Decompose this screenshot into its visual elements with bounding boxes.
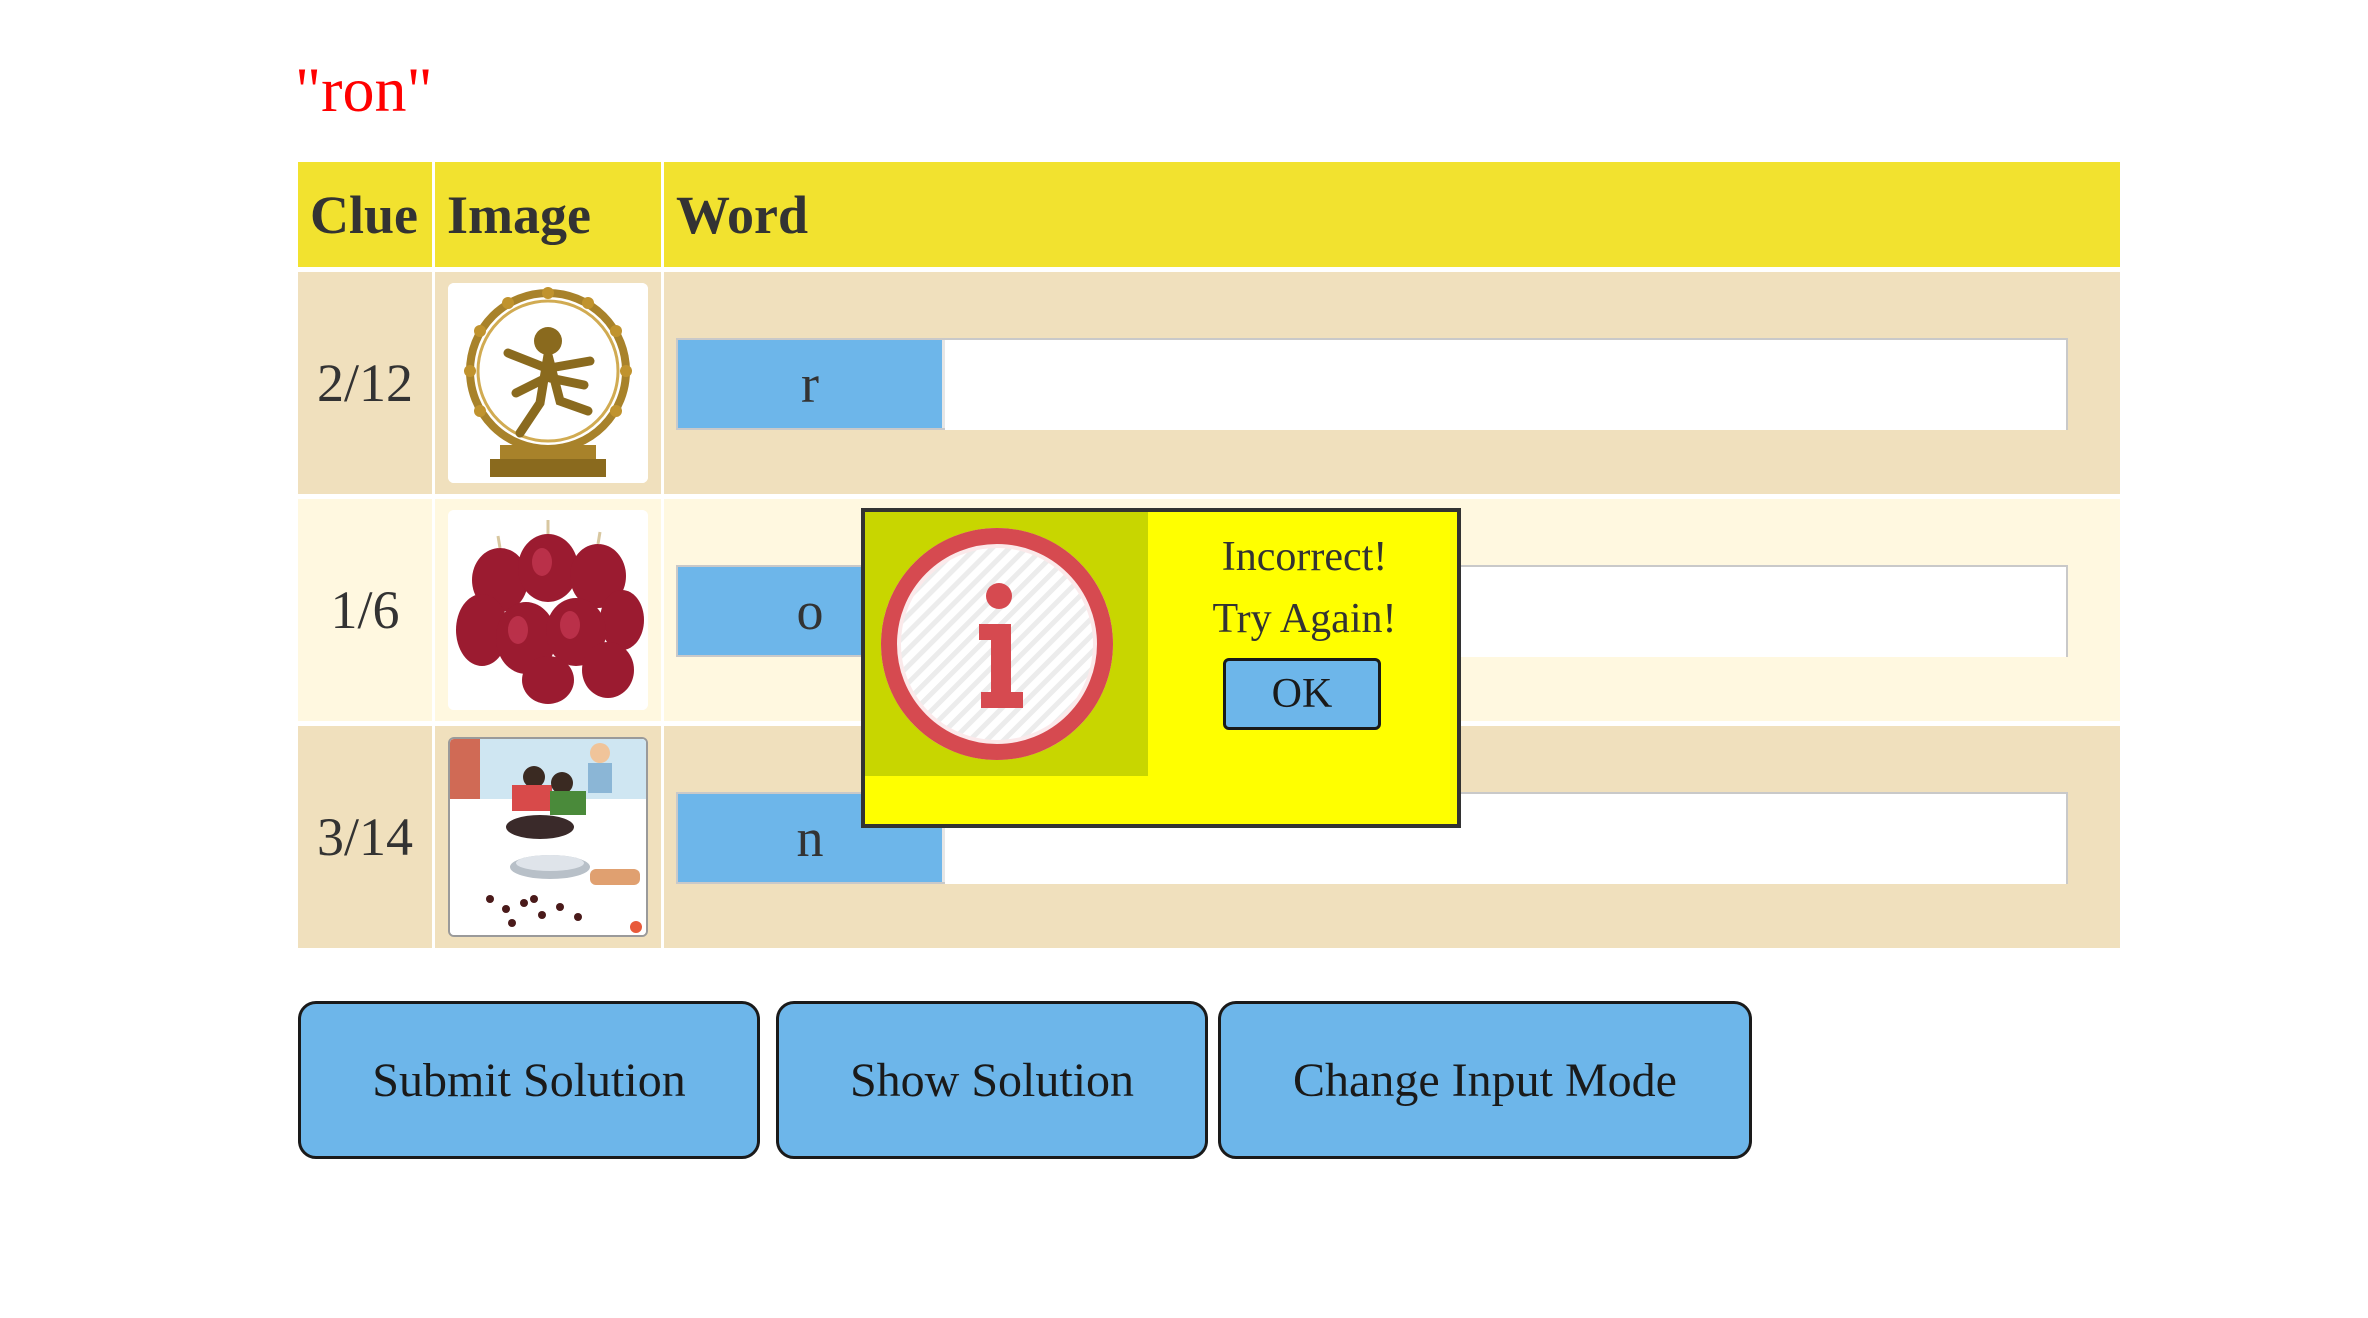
info-icon <box>881 528 1113 760</box>
dialog-message: Incorrect! Try Again! <box>1148 526 1461 650</box>
red-onions-image <box>448 510 648 710</box>
image-cell <box>435 272 661 494</box>
nataraja-statue-image <box>448 283 648 483</box>
show-solution-button[interactable]: Show Solution <box>776 1001 1208 1159</box>
word-input[interactable] <box>945 340 2066 430</box>
clue-cell: 3/14 <box>298 726 432 948</box>
image-cell <box>435 726 661 948</box>
image-cell <box>435 499 661 721</box>
people-cooking-illustration <box>448 737 648 937</box>
target-word-heading: "ron" <box>295 54 433 125</box>
clue-cell: 1/6 <box>298 499 432 721</box>
submit-solution-button[interactable]: Submit Solution <box>298 1001 760 1159</box>
word-cell: r <box>664 272 2120 494</box>
clue-cell: 2/12 <box>298 272 432 494</box>
incorrect-dialog: Incorrect! Try Again! OK <box>861 508 1461 828</box>
word-entry: r <box>676 338 2068 430</box>
header-image: Image <box>435 162 661 267</box>
action-buttons: Submit Solution Show Solution Change Inp… <box>298 1001 1752 1159</box>
change-input-mode-button[interactable]: Change Input Mode <box>1218 1001 1752 1159</box>
dialog-line-1: Incorrect! <box>1221 534 1388 580</box>
given-letter: r <box>678 340 945 428</box>
dialog-line-2: Try Again! <box>1212 596 1397 642</box>
puzzle-page: "ron" Clue Image Word 2/12 r 1/6 o 3/14 … <box>0 0 2368 1318</box>
header-word: Word <box>664 162 2120 267</box>
ok-button[interactable]: OK <box>1223 658 1381 730</box>
header-clue: Clue <box>298 162 432 267</box>
dialog-icon-area <box>865 512 1148 776</box>
